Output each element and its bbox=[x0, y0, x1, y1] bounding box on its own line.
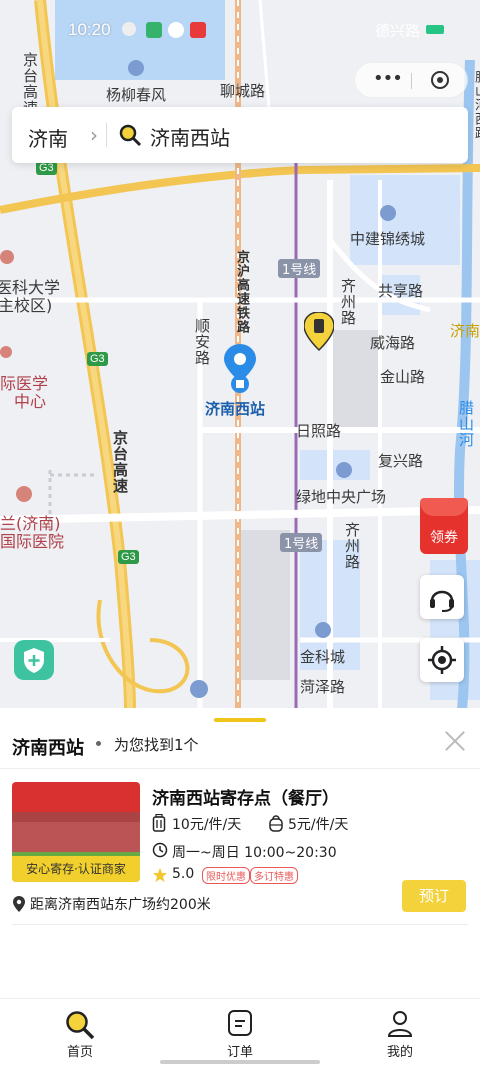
status-right-text: 德兴路 bbox=[374, 22, 420, 40]
hospital-icon bbox=[0, 346, 12, 358]
shield-icon bbox=[24, 648, 44, 673]
bottom-tab-bar: 首页 订单 我的 bbox=[0, 998, 480, 1067]
close-icon[interactable] bbox=[442, 728, 468, 754]
more-dots-icon[interactable]: ••• bbox=[373, 68, 403, 89]
backpack-icon bbox=[269, 815, 283, 832]
home-indicator bbox=[160, 1060, 320, 1064]
rating-value: 5.0 bbox=[172, 866, 195, 882]
battery-icon bbox=[426, 25, 444, 34]
order-icon bbox=[228, 1010, 252, 1036]
map-label: 国际医院 bbox=[0, 532, 65, 551]
tab-orders[interactable]: 订单 bbox=[160, 999, 320, 1067]
book-button[interactable]: 预订 bbox=[402, 880, 466, 912]
highway-shield: G3 bbox=[118, 550, 139, 564]
map-label: 复兴路 bbox=[378, 452, 424, 470]
map-label: 中建锦绣城 bbox=[350, 230, 426, 248]
verified-badge: 安心寄存·认证商家 bbox=[12, 856, 140, 882]
app-icon bbox=[122, 22, 136, 36]
distance-info: 距离济南西站东广场约200米 bbox=[30, 897, 211, 913]
opening-hours: 周一~周日 10:00~20:30 bbox=[172, 845, 337, 861]
headset-icon bbox=[430, 590, 454, 612]
highway-shield: G3 bbox=[87, 352, 108, 366]
poi-icon bbox=[380, 205, 396, 221]
tab-home[interactable]: 首页 bbox=[0, 999, 160, 1067]
divider bbox=[12, 924, 468, 925]
city-selector[interactable]: 济南 bbox=[28, 123, 68, 152]
price-large-luggage: 10元/件/天 bbox=[172, 817, 242, 833]
tab-label: 首页 bbox=[66, 1045, 93, 1060]
metro-line-badge: 1号线 bbox=[280, 533, 323, 552]
capsule-divider bbox=[411, 73, 412, 89]
map-label: 杨柳春风 bbox=[106, 86, 167, 104]
map-label: 菏泽路 bbox=[300, 678, 346, 696]
search-divider bbox=[106, 123, 107, 147]
separator-dot bbox=[96, 741, 101, 746]
customer-service-button[interactable] bbox=[420, 575, 464, 619]
app-icon bbox=[146, 22, 162, 38]
map-label: 腊山河西路 bbox=[472, 70, 480, 140]
user-icon bbox=[387, 1011, 413, 1037]
app-icon bbox=[190, 22, 206, 38]
map-label: 京沪高速铁路 bbox=[234, 250, 249, 334]
map-label: 顺安路 bbox=[193, 318, 211, 366]
station-label: 济南西站 bbox=[205, 400, 266, 418]
map-label: 金科城 bbox=[300, 648, 346, 666]
map-label: 京台高速 bbox=[21, 52, 39, 116]
metro-line-badge: 1号线 bbox=[278, 259, 321, 278]
result-count: 为您找到1个 bbox=[114, 736, 199, 754]
hospital-icon bbox=[0, 250, 14, 264]
highway-shield: G3 bbox=[36, 161, 57, 175]
location-pin-icon bbox=[13, 896, 25, 912]
status-time: 10:20 bbox=[68, 20, 111, 39]
map-label: 齐州路 bbox=[343, 522, 361, 570]
map-label: 日照路 bbox=[296, 422, 342, 440]
search-input[interactable]: 济南西站 bbox=[150, 122, 230, 151]
search-bar[interactable]: 济南 › 济南西站 bbox=[12, 107, 468, 163]
poi-icon bbox=[190, 680, 208, 698]
map-label: 中心 bbox=[14, 392, 47, 411]
locate-icon bbox=[428, 646, 456, 674]
luggage-icon bbox=[152, 814, 166, 832]
tab-profile[interactable]: 我的 bbox=[320, 999, 480, 1067]
panel-title: 济南西站 bbox=[12, 738, 84, 759]
promo-tag: 多订特惠 bbox=[250, 867, 298, 884]
status-bar: 10:20 德兴路 bbox=[0, 18, 480, 44]
map-label: 聊城路 bbox=[220, 82, 266, 100]
map-label: 齐州路 bbox=[339, 278, 357, 326]
store-thumbnail[interactable]: 安心寄存·认证商家 bbox=[12, 782, 140, 882]
search-icon bbox=[66, 1011, 95, 1040]
safety-shield-button[interactable] bbox=[14, 640, 54, 680]
panel-drag-handle[interactable] bbox=[214, 718, 266, 722]
target-icon[interactable] bbox=[431, 71, 449, 89]
promo-tag: 限时优惠 bbox=[202, 867, 250, 884]
price-small-luggage: 5元/件/天 bbox=[288, 817, 349, 833]
station-marker-icon[interactable] bbox=[224, 344, 256, 394]
tab-label: 订单 bbox=[226, 1045, 253, 1060]
map-label: 主校区) bbox=[0, 296, 53, 315]
poi-icon bbox=[315, 622, 331, 638]
map-label: 济南 bbox=[450, 322, 480, 340]
locate-button[interactable] bbox=[420, 638, 464, 682]
miniprogram-capsule: ••• bbox=[354, 62, 468, 98]
poi-icon bbox=[128, 60, 144, 76]
map-label: 京台高速 bbox=[111, 430, 129, 494]
store-name[interactable]: 济南西站寄存点（餐厅） bbox=[152, 784, 339, 809]
map-label: 金山路 bbox=[380, 368, 426, 386]
map-label: 腊山河 bbox=[457, 400, 475, 448]
divider bbox=[0, 768, 480, 769]
map-label: 绿地中央广场 bbox=[296, 488, 387, 506]
coupon-red-packet[interactable]: 领券 bbox=[420, 498, 468, 554]
star-icon bbox=[153, 868, 167, 882]
storage-marker-icon[interactable] bbox=[304, 312, 334, 352]
clock-icon bbox=[152, 842, 168, 858]
map-label: 威海路 bbox=[370, 334, 416, 352]
hospital-icon bbox=[16, 486, 32, 502]
search-icon bbox=[119, 124, 142, 147]
tab-label: 我的 bbox=[386, 1045, 413, 1060]
chevron-right-icon: › bbox=[90, 123, 98, 147]
map-view[interactable]: 10:20 德兴路 杨柳春风 聊城路 京台高速 腊山河西路 中建锦绣城 1号线 … bbox=[0, 0, 480, 710]
poi-icon bbox=[336, 462, 352, 478]
app-icon bbox=[168, 22, 184, 38]
map-label: 共享路 bbox=[378, 282, 424, 300]
